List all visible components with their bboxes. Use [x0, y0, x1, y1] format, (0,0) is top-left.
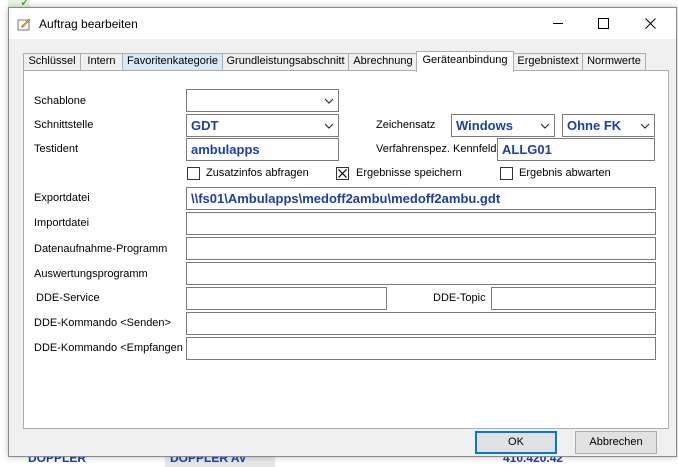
schnittstelle-value: GDT — [191, 118, 219, 133]
tab-panel-geraeteanbindung: Schablone Schnittstelle GDT Zeichensatz … — [23, 70, 669, 429]
dde-service-label: DDE-Service — [36, 292, 100, 304]
tab-schluessel[interactable]: Schlüssel — [23, 53, 81, 70]
dde-empfangen-label: DDE-Kommando <Empfangen — [34, 342, 183, 354]
testident-value: ambulapps — [191, 142, 260, 157]
tab-favoritenkategorie[interactable]: Favoritenkategorie — [122, 53, 223, 70]
close-button[interactable] — [627, 8, 673, 39]
schablone-combo[interactable] — [186, 89, 339, 112]
minimize-button[interactable] — [535, 8, 581, 39]
cancel-button[interactable]: Abbrechen — [575, 431, 657, 454]
ergebnis-abwarten-label: Ergebnis abwarten — [519, 167, 611, 179]
ergebnisse-speichern-label: Ergebnisse speichern — [356, 167, 462, 179]
datenaufnahme-input[interactable] — [186, 237, 656, 260]
zusatzinfos-checkbox[interactable] — [187, 167, 200, 180]
title-bar[interactable]: Auftrag bearbeiten — [9, 8, 676, 39]
tab-geraeteanbindung[interactable]: Geräteanbindung — [416, 51, 514, 72]
chevron-down-icon — [324, 123, 334, 129]
tab-ergebnistext[interactable]: Ergebnistext — [513, 53, 583, 70]
zeichensatz-label: Zeichensatz — [376, 119, 436, 131]
tab-normwerte[interactable]: Normwerte — [582, 53, 646, 70]
fk-combo[interactable]: Ohne FK — [562, 114, 655, 137]
chevron-down-icon — [640, 123, 650, 129]
kennfeld-label: Verfahrenspez. Kennfeld — [376, 143, 497, 155]
maximize-icon — [597, 18, 609, 29]
close-icon — [644, 18, 656, 29]
importdatei-input[interactable] — [186, 212, 656, 235]
tab-intern[interactable]: Intern — [80, 53, 123, 70]
auswertung-label: Auswertungsprogramm — [34, 268, 148, 280]
chevron-down-icon — [324, 98, 334, 104]
chevron-down-icon — [540, 123, 550, 129]
tab-grundleistungsabschnitt[interactable]: Grundleistungsabschnitt — [222, 53, 349, 70]
screen: ✓ DOPPLER DOPPLER AV 410.420.42 Auftrag … — [0, 0, 678, 467]
zeichensatz-combo[interactable]: Windows — [451, 114, 555, 137]
checkmark-x-icon — [338, 169, 347, 178]
dde-empfangen-input[interactable] — [186, 337, 656, 360]
ok-button[interactable]: OK — [475, 431, 557, 454]
dde-senden-input[interactable] — [186, 312, 656, 335]
datenaufnahme-label: Datenaufnahme-Programm — [34, 243, 168, 255]
schnittstelle-label: Schnittstelle — [34, 119, 94, 131]
dde-senden-label: DDE-Kommando <Senden> — [34, 317, 171, 329]
testident-label: Testident — [34, 143, 79, 155]
tab-abrechnung[interactable]: Abrechnung — [348, 53, 418, 70]
auswertung-input[interactable] — [186, 262, 656, 285]
ergebnis-abwarten-checkbox[interactable] — [500, 167, 513, 180]
fk-value: Ohne FK — [567, 118, 622, 133]
importdatei-label: Importdatei — [34, 217, 90, 229]
window-title: Auftrag bearbeiten — [39, 17, 138, 31]
schablone-label: Schablone — [34, 95, 86, 107]
minimize-icon — [552, 23, 563, 24]
exportdatei-value: \\fs01\Ambulapps\medoff2ambu\medoff2ambu… — [191, 191, 501, 206]
exportdatei-label: Exportdatei — [34, 192, 90, 204]
dde-topic-label: DDE-Topic — [433, 292, 486, 304]
kennfeld-value: ALLG01 — [502, 142, 552, 157]
tab-strip: Schlüssel Intern Favoritenkategorie Grun… — [23, 51, 663, 72]
app-icon — [17, 18, 31, 31]
zusatzinfos-label: Zusatzinfos abfragen — [206, 167, 309, 179]
dde-service-input[interactable] — [186, 287, 387, 310]
dde-topic-input[interactable] — [491, 287, 656, 310]
exportdatei-input[interactable]: \\fs01\Ambulapps\medoff2ambu\medoff2ambu… — [186, 187, 656, 210]
zeichensatz-value: Windows — [456, 118, 513, 133]
dialog-window: Auftrag bearbeiten Schlüssel Intern Favo… — [8, 7, 677, 457]
ergebnisse-speichern-checkbox[interactable] — [336, 167, 349, 180]
schnittstelle-combo[interactable]: GDT — [186, 114, 339, 137]
kennfeld-input[interactable]: ALLG01 — [497, 138, 655, 161]
testident-input[interactable]: ambulapps — [186, 138, 339, 161]
maximize-button[interactable] — [580, 8, 626, 39]
